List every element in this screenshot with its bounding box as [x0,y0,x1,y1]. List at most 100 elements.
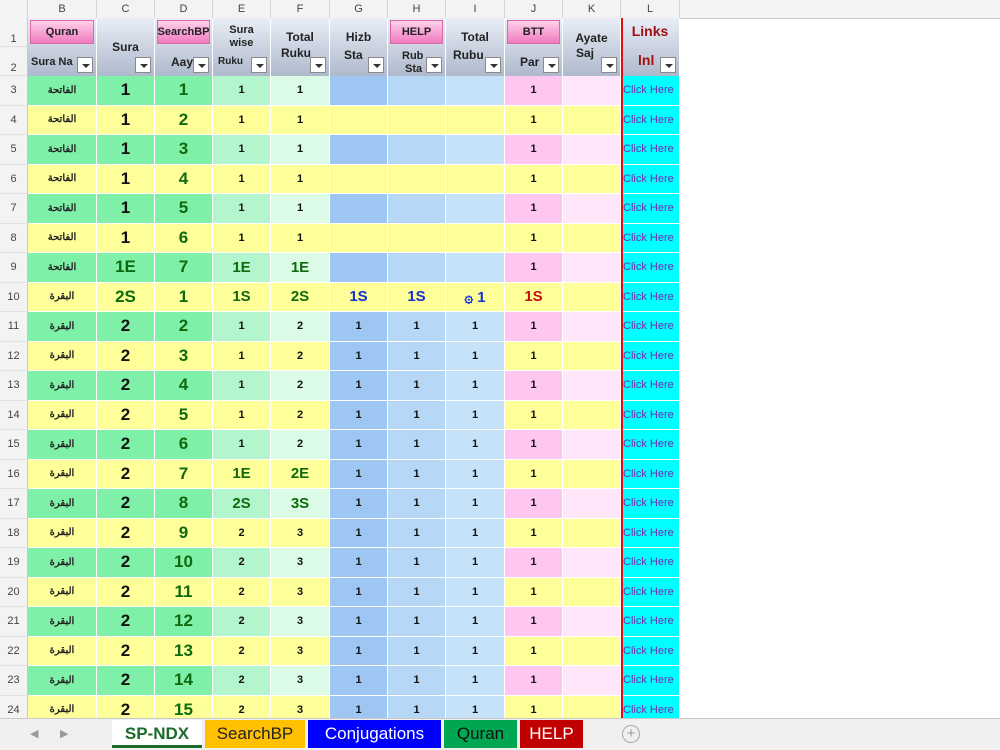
cell-f[interactable]: 3 [271,548,330,578]
cell-h[interactable] [388,76,446,106]
cell-c[interactable]: 2 [97,518,155,548]
cell-b[interactable]: الفاتحة [28,164,97,194]
cell-h[interactable]: 1 [388,430,446,460]
tab-quran[interactable]: Quran [444,720,517,748]
cell-k[interactable] [563,135,621,165]
cell-k[interactable] [563,282,621,312]
cell-j[interactable]: 1 [505,430,563,460]
cell-d[interactable]: 8 [155,489,213,519]
cell-g[interactable] [330,253,388,283]
cell-f[interactable]: 1 [271,76,330,106]
row-header[interactable]: 15 [0,430,28,460]
cell-i[interactable] [446,253,505,283]
cell-b[interactable]: البقرة [28,430,97,460]
cell-d[interactable]: 5 [155,400,213,430]
cell-g[interactable]: 1 [330,607,388,637]
cell-h[interactable]: 1 [388,577,446,607]
row-header[interactable]: 22 [0,636,28,666]
link-cell[interactable]: Click Here [621,430,680,460]
cell-f[interactable]: 2E [271,459,330,489]
cell-e[interactable]: 1 [213,430,271,460]
cell-j[interactable]: 1 [505,341,563,371]
cell-f[interactable]: 3 [271,577,330,607]
row-header[interactable]: 21 [0,607,28,637]
cell-i[interactable] [446,194,505,224]
cell-e[interactable]: 1 [213,400,271,430]
link-cell[interactable]: Click Here [621,105,680,135]
link-cell[interactable]: Click Here [621,400,680,430]
cell-e[interactable]: 1 [213,312,271,342]
cell-i[interactable] [446,135,505,165]
cell-d[interactable]: 7 [155,253,213,283]
cell-j[interactable]: 1 [505,607,563,637]
scroll-right-icon[interactable]: ▶ [60,727,68,740]
cell-b[interactable]: البقرة [28,282,97,312]
cell-e[interactable]: 1 [213,371,271,401]
cell-c[interactable]: 2 [97,312,155,342]
cell-c[interactable]: 2 [97,459,155,489]
cell-k[interactable] [563,312,621,342]
tab-sp-ndx[interactable]: SP-NDX [112,720,202,748]
cell-d[interactable]: 14 [155,666,213,696]
row-header[interactable]: 19 [0,548,28,578]
row-header[interactable]: 10 [0,282,28,312]
cell-f[interactable]: 1 [271,223,330,253]
cell-f[interactable]: 2S [271,282,330,312]
cell-g[interactable] [330,76,388,106]
row-header[interactable]: 20 [0,577,28,607]
cell-i[interactable]: ۞ 1 [446,282,505,312]
cell-e[interactable]: 2 [213,577,271,607]
cell-c[interactable]: 2 [97,607,155,637]
cell-j[interactable]: 1 [505,135,563,165]
cell-c[interactable]: 1 [97,76,155,106]
cell-j[interactable]: 1 [505,194,563,224]
cell-c[interactable]: 2 [97,548,155,578]
cell-k[interactable] [563,459,621,489]
link-cell[interactable]: Click Here [621,636,680,666]
cell-h[interactable] [388,194,446,224]
cell-h[interactable]: 1 [388,341,446,371]
cell-h[interactable]: 1 [388,371,446,401]
cell-e[interactable]: 1 [213,76,271,106]
cell-f[interactable]: 3 [271,695,330,718]
link-cell[interactable]: Click Here [621,312,680,342]
cell-f[interactable]: 3 [271,636,330,666]
btt-button[interactable]: BTT [507,20,560,44]
cell-e[interactable]: 1E [213,253,271,283]
cell-d[interactable]: 4 [155,371,213,401]
cell-b[interactable]: البقرة [28,341,97,371]
cell-i[interactable]: 1 [446,400,505,430]
row-header[interactable]: 5 [0,135,28,165]
cell-d[interactable]: 1 [155,76,213,106]
cell-i[interactable]: 1 [446,577,505,607]
cell-f[interactable]: 1E [271,253,330,283]
add-sheet-icon[interactable]: + [622,725,640,743]
cell-d[interactable]: 13 [155,636,213,666]
cell-j[interactable]: 1 [505,459,563,489]
cell-d[interactable]: 6 [155,430,213,460]
row-header[interactable]: 7 [0,194,28,224]
cell-k[interactable] [563,164,621,194]
column-header-h[interactable]: H [388,0,446,18]
cell-k[interactable] [563,105,621,135]
filter-dropdown-icon[interactable] [368,57,384,73]
cell-k[interactable] [563,695,621,718]
cell-d[interactable]: 6 [155,223,213,253]
cell-i[interactable]: 1 [446,636,505,666]
row-header[interactable]: 1 [0,18,28,47]
searchbp-button[interactable]: SearchBP [157,20,210,44]
cell-b[interactable]: البقرة [28,400,97,430]
filter-dropdown-icon[interactable] [543,57,559,73]
row-header[interactable]: 3 [0,76,28,106]
cell-b[interactable]: البقرة [28,459,97,489]
cell-d[interactable]: 15 [155,695,213,718]
cell-f[interactable]: 3S [271,489,330,519]
cell-f[interactable]: 1 [271,105,330,135]
cell-k[interactable] [563,666,621,696]
cell-f[interactable]: 2 [271,341,330,371]
cell-e[interactable]: 2 [213,548,271,578]
cell-j[interactable]: 1 [505,400,563,430]
cell-f[interactable]: 3 [271,666,330,696]
cell-c[interactable]: 2 [97,636,155,666]
cell-j[interactable]: 1 [505,371,563,401]
